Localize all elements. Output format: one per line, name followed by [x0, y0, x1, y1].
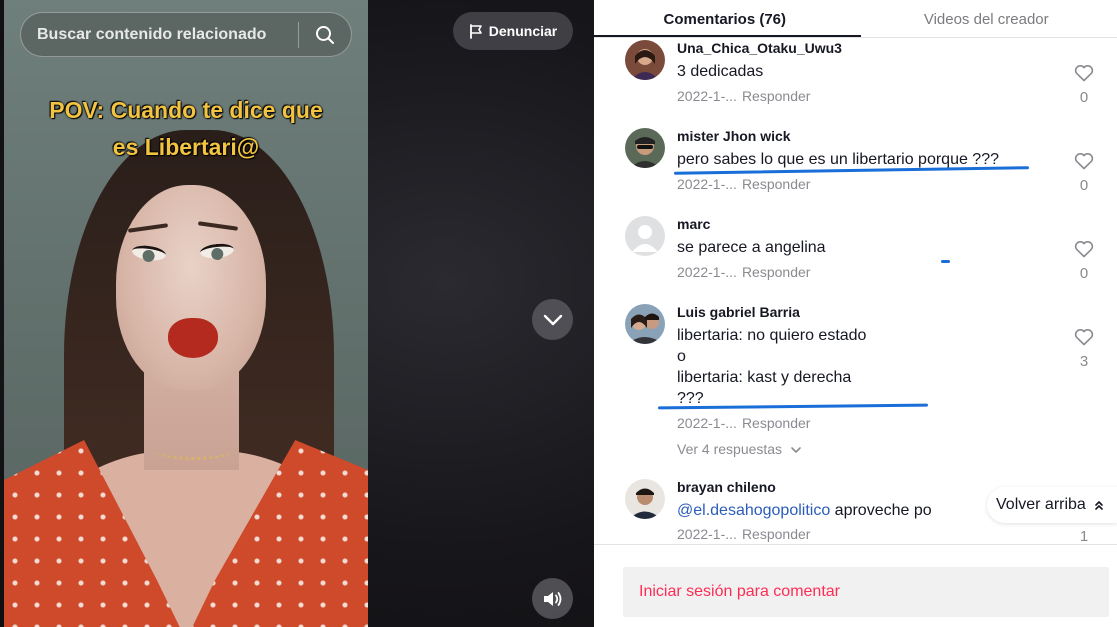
avatar[interactable] — [625, 128, 665, 168]
lips-shape — [168, 318, 218, 358]
comments-panel: Comentarios (76) Videos del creador Una_… — [594, 0, 1117, 627]
avatar-image — [625, 40, 665, 80]
report-label: Denunciar — [488, 23, 558, 39]
tab-comments[interactable]: Comentarios (76) — [594, 0, 856, 38]
comment-text: libertaria: no quiero estado o libertari… — [677, 325, 866, 409]
comment-meta: 2022-1-... Responder — [677, 176, 810, 192]
avatar[interactable] — [625, 40, 665, 80]
reply-button[interactable]: Responder — [742, 526, 811, 542]
comment-date: 2022-1-... — [677, 415, 737, 431]
next-video-button[interactable] — [532, 299, 573, 340]
like-count: 0 — [1079, 89, 1089, 106]
comment-username[interactable]: Una_Chica_Otaku_Uwu3 — [677, 40, 842, 56]
reply-button[interactable]: Responder — [742, 176, 811, 192]
comment-username[interactable]: mister Jhon wick — [677, 128, 791, 144]
mention-link[interactable]: @el.desahogopolitico — [677, 502, 830, 519]
reply-button[interactable]: Responder — [742, 415, 811, 431]
like-count: 1 — [1079, 528, 1089, 544]
avatar-image — [625, 128, 665, 168]
login-to-comment-button[interactable]: Iniciar sesión para comentar — [623, 567, 1109, 617]
search-bar — [20, 12, 352, 57]
like-button[interactable]: 0 — [1072, 240, 1096, 282]
search-button[interactable] — [299, 13, 351, 56]
double-chevron-up-icon — [1095, 501, 1103, 510]
comment-text-line: o — [677, 348, 686, 365]
heart-icon — [1074, 241, 1094, 258]
search-icon — [316, 25, 334, 44]
comment-text: @el.desahogopolitico aproveche po — [677, 500, 932, 521]
face-shape — [116, 185, 266, 390]
avatar[interactable] — [625, 216, 665, 256]
comment-meta: 2022-1-... Responder — [677, 88, 810, 104]
like-count: 0 — [1079, 265, 1089, 282]
reply-button[interactable]: Responder — [742, 264, 811, 280]
heart-icon — [1074, 65, 1094, 82]
comment-username[interactable]: brayan chileno — [677, 479, 776, 495]
comment-date: 2022-1-... — [677, 88, 737, 104]
active-tab-indicator — [594, 35, 861, 37]
view-replies-label: Ver 4 respuestas — [677, 441, 783, 457]
video-player[interactable]: POV: Cuando te dice que es Libertari@ De… — [0, 0, 594, 627]
like-button[interactable]: 0 — [1072, 152, 1096, 194]
view-replies-button[interactable]: Ver 4 respuestas — [677, 441, 802, 457]
video-frame — [4, 0, 368, 627]
comment-meta: 2022-1-... Responder — [677, 264, 810, 280]
comment-meta: 2022-1-... Responder — [677, 415, 810, 431]
avatar[interactable] — [625, 304, 665, 344]
comment-text-line: libertaria: kast y derecha — [677, 369, 852, 386]
chevron-down-icon — [791, 447, 801, 453]
comment-date: 2022-1-... — [677, 176, 737, 192]
flag-icon — [469, 23, 482, 39]
heart-icon — [1074, 153, 1094, 170]
default-avatar-icon — [625, 216, 665, 256]
panel-tabs: Comentarios (76) Videos del creador — [594, 0, 1117, 38]
comment-list[interactable]: Una_Chica_Otaku_Uwu3 3 dedicadas 2022-1-… — [594, 38, 1117, 544]
comment-text-line: libertaria: no quiero estado — [677, 327, 867, 344]
report-button[interactable]: Denunciar — [453, 12, 573, 50]
necklace-shape — [154, 440, 234, 460]
annotation-mark — [941, 260, 950, 263]
heart-icon — [1074, 329, 1094, 346]
volume-button[interactable] — [532, 578, 573, 619]
comment-text: se parece a angelina — [677, 239, 826, 256]
comment-text: 3 dedicadas — [677, 63, 764, 80]
video-caption-line-1: POV: Cuando te dice que — [49, 97, 323, 123]
comment-date: 2022-1-... — [677, 526, 737, 542]
like-count: 0 — [1079, 177, 1089, 194]
like-button[interactable]: 3 — [1072, 328, 1096, 370]
comment-date: 2022-1-... — [677, 264, 737, 280]
reply-button[interactable]: Responder — [742, 88, 811, 104]
comment-username[interactable]: Luis gabriel Barria — [677, 304, 800, 320]
comment-username[interactable]: marc — [677, 216, 710, 232]
chevron-down-icon — [543, 314, 562, 325]
comment-text-rest: aproveche po — [830, 502, 932, 519]
volume-icon — [543, 591, 561, 606]
search-input[interactable] — [21, 13, 298, 56]
back-to-top-label: Volver arriba — [996, 496, 1086, 513]
avatar[interactable] — [625, 479, 665, 519]
avatar-image — [625, 304, 665, 344]
video-caption-line-2: es Libertari@ — [112, 134, 260, 160]
like-count: 3 — [1079, 353, 1089, 370]
like-button[interactable]: 0 — [1072, 64, 1096, 106]
back-to-top-button[interactable]: Volver arriba — [987, 487, 1117, 523]
comment-meta: 2022-1-... Responder — [677, 526, 810, 542]
tab-creator-videos[interactable]: Videos del creador — [856, 0, 1117, 38]
comment-bottom-bar: Iniciar sesión para comentar — [594, 544, 1117, 627]
avatar-image — [625, 479, 665, 519]
